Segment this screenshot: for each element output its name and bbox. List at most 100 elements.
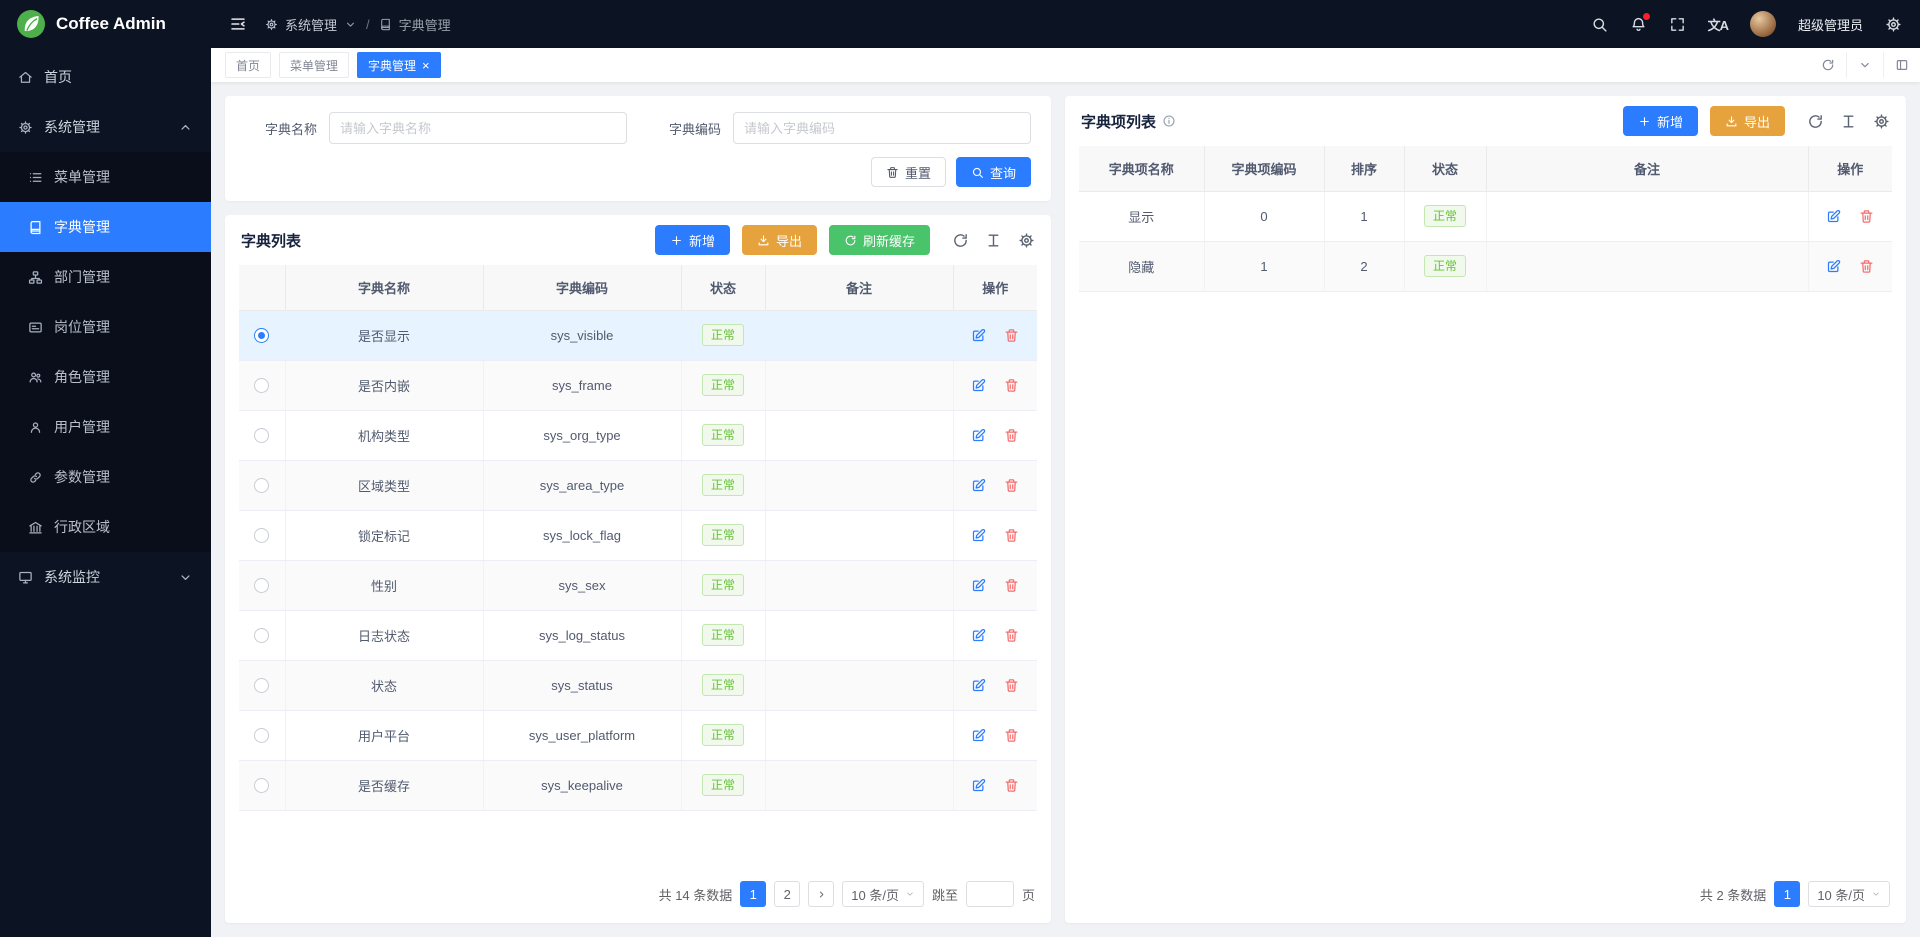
delete-icon[interactable] xyxy=(1004,628,1019,643)
export-items-button[interactable]: 导出 xyxy=(1710,106,1785,136)
edit-icon[interactable] xyxy=(971,528,986,543)
breadcrumb-parent[interactable]: 系统管理 xyxy=(285,15,337,34)
table-row[interactable]: 锁定标记 sys_lock_flag 正常 xyxy=(239,510,1037,560)
chevron-down-icon[interactable] xyxy=(1846,52,1883,78)
translate-icon[interactable]: 文A xyxy=(1708,15,1728,34)
refresh-icon[interactable] xyxy=(1810,52,1846,78)
refresh-icon[interactable] xyxy=(1807,113,1824,130)
sidebar-item-home[interactable]: 首页 xyxy=(0,52,211,102)
delete-icon[interactable] xyxy=(1859,259,1874,274)
sidebar-item-dept-management[interactable]: 部门管理 xyxy=(0,252,211,302)
sidebar-item-dict-management[interactable]: 字典管理 xyxy=(0,202,211,252)
page-size-select[interactable]: 10 条/页 xyxy=(1808,881,1890,907)
delete-icon[interactable] xyxy=(1004,328,1019,343)
table-row[interactable]: 是否缓存 sys_keepalive 正常 xyxy=(239,760,1037,810)
column-settings-icon[interactable] xyxy=(1840,113,1857,130)
maximize-layout-icon[interactable] xyxy=(1883,52,1920,78)
notification-bell-icon[interactable] xyxy=(1630,16,1647,33)
edit-icon[interactable] xyxy=(971,378,986,393)
tab-menu-management[interactable]: 菜单管理 xyxy=(279,52,349,78)
table-row[interactable]: 区域类型 sys_area_type 正常 xyxy=(239,460,1037,510)
refresh-icon[interactable] xyxy=(952,232,969,249)
edit-icon[interactable] xyxy=(971,778,986,793)
row-radio[interactable] xyxy=(254,728,269,743)
dict-name-input[interactable] xyxy=(329,112,627,144)
row-radio[interactable] xyxy=(254,678,269,693)
collapse-sidebar-icon[interactable] xyxy=(229,15,247,33)
edit-icon[interactable] xyxy=(1826,259,1841,274)
table-row[interactable]: 性别 sys_sex 正常 xyxy=(239,560,1037,610)
edit-icon[interactable] xyxy=(971,678,986,693)
sidebar-item-menu-management[interactable]: 菜单管理 xyxy=(0,152,211,202)
delete-icon[interactable] xyxy=(1004,678,1019,693)
sidebar-item-admin-region[interactable]: 行政区域 xyxy=(0,502,211,552)
refresh-cache-button[interactable]: 刷新缓存 xyxy=(829,225,930,255)
table-row[interactable]: 机构类型 sys_org_type 正常 xyxy=(239,410,1037,460)
table-row[interactable]: 状态 sys_status 正常 xyxy=(239,660,1037,710)
row-radio[interactable] xyxy=(254,378,269,393)
row-radio[interactable] xyxy=(254,528,269,543)
dict-code-input[interactable] xyxy=(733,112,1031,144)
sidebar-item-role-management[interactable]: 角色管理 xyxy=(0,352,211,402)
gear-icon[interactable] xyxy=(1873,113,1890,130)
table-row[interactable]: 隐藏 1 2 正常 xyxy=(1079,241,1892,291)
avatar[interactable] xyxy=(1750,11,1776,37)
row-radio[interactable] xyxy=(254,628,269,643)
sidebar-item-system-management[interactable]: 系统管理 xyxy=(0,102,211,152)
table-row[interactable]: 是否显示 sys_visible 正常 xyxy=(239,310,1037,360)
gear-icon[interactable] xyxy=(1018,232,1035,249)
row-radio[interactable] xyxy=(254,778,269,793)
dict-name-cell: 机构类型 xyxy=(285,410,483,460)
delete-icon[interactable] xyxy=(1004,378,1019,393)
row-radio[interactable] xyxy=(254,478,269,493)
query-button[interactable]: 查询 xyxy=(956,157,1031,187)
add-button[interactable]: 新增 xyxy=(655,225,730,255)
table-row[interactable]: 日志状态 sys_log_status 正常 xyxy=(239,610,1037,660)
edit-icon[interactable] xyxy=(971,628,986,643)
info-icon[interactable] xyxy=(1162,114,1176,128)
fullscreen-icon[interactable] xyxy=(1669,16,1686,33)
row-radio-checked[interactable] xyxy=(254,328,269,343)
edit-icon[interactable] xyxy=(971,478,986,493)
page-size-select[interactable]: 10 条/页 xyxy=(842,881,924,907)
row-radio[interactable] xyxy=(254,428,269,443)
page-button-2[interactable]: 2 xyxy=(774,881,800,907)
table-row[interactable]: 是否内嵌 sys_frame 正常 xyxy=(239,360,1037,410)
column-settings-icon[interactable] xyxy=(985,232,1002,249)
jump-page-input[interactable] xyxy=(966,881,1014,907)
delete-icon[interactable] xyxy=(1004,528,1019,543)
delete-icon[interactable] xyxy=(1004,728,1019,743)
trash-icon xyxy=(886,166,899,179)
username[interactable]: 超级管理员 xyxy=(1798,15,1863,34)
next-page-button[interactable] xyxy=(808,881,834,907)
settings-gear-icon[interactable] xyxy=(1885,16,1902,33)
page-button-1[interactable]: 1 xyxy=(740,881,766,907)
edit-icon[interactable] xyxy=(971,328,986,343)
search-icon[interactable] xyxy=(1591,16,1608,33)
refresh-icon xyxy=(844,234,857,247)
edit-icon[interactable] xyxy=(971,578,986,593)
delete-icon[interactable] xyxy=(1004,478,1019,493)
sidebar-item-system-monitor[interactable]: 系统监控 xyxy=(0,552,211,602)
page-button-1[interactable]: 1 xyxy=(1774,881,1800,907)
export-button[interactable]: 导出 xyxy=(742,225,817,255)
edit-icon[interactable] xyxy=(971,428,986,443)
sidebar-item-param-management[interactable]: 参数管理 xyxy=(0,452,211,502)
sidebar-item-post-management[interactable]: 岗位管理 xyxy=(0,302,211,352)
row-radio[interactable] xyxy=(254,578,269,593)
edit-icon[interactable] xyxy=(971,728,986,743)
delete-icon[interactable] xyxy=(1004,428,1019,443)
add-item-button[interactable]: 新增 xyxy=(1623,106,1698,136)
delete-icon[interactable] xyxy=(1004,578,1019,593)
table-row[interactable]: 显示 0 1 正常 xyxy=(1079,191,1892,241)
tab-dict-management[interactable]: 字典管理 × xyxy=(357,52,441,78)
tab-home[interactable]: 首页 xyxy=(225,52,271,78)
sidebar-item-user-management[interactable]: 用户管理 xyxy=(0,402,211,452)
table-row[interactable]: 用户平台 sys_user_platform 正常 xyxy=(239,710,1037,760)
close-icon[interactable]: × xyxy=(422,59,430,72)
app-logo[interactable]: Coffee Admin xyxy=(0,0,211,48)
reset-button[interactable]: 重置 xyxy=(871,157,946,187)
delete-icon[interactable] xyxy=(1859,209,1874,224)
delete-icon[interactable] xyxy=(1004,778,1019,793)
edit-icon[interactable] xyxy=(1826,209,1841,224)
